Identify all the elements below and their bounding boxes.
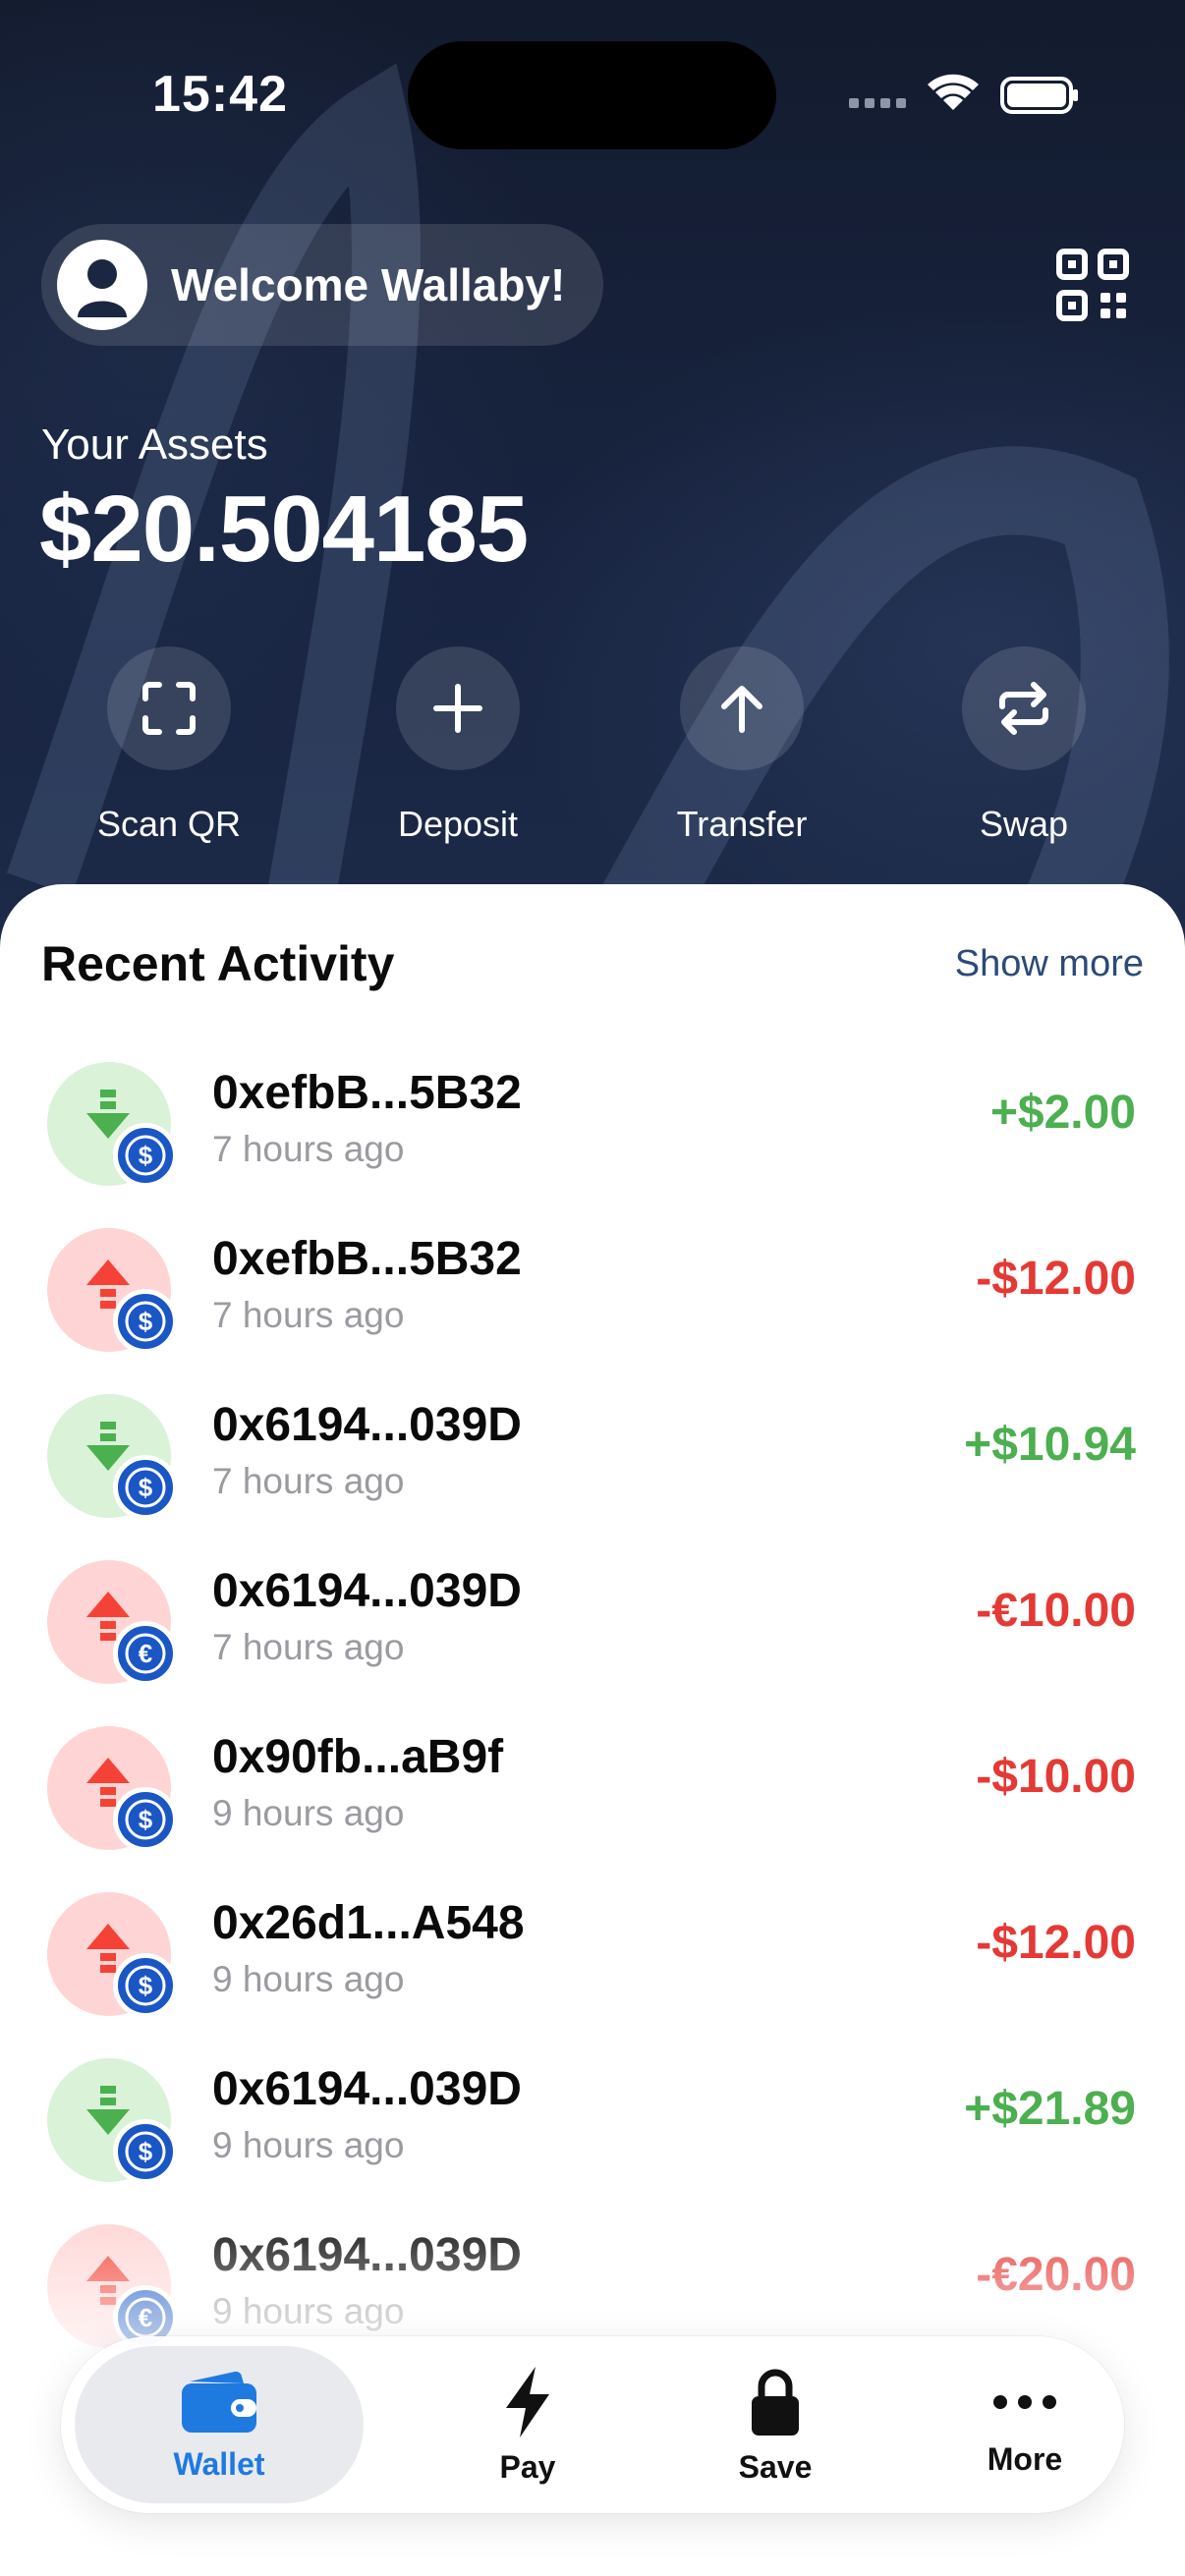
transaction-amount: +$21.89 xyxy=(964,2083,1136,2135)
avatar xyxy=(57,240,147,330)
scan-qr-button[interactable]: Scan QR xyxy=(61,646,277,845)
assets-value: $20.504185 xyxy=(39,476,529,582)
currency-symbol: € xyxy=(139,1639,152,1668)
activity-row[interactable]: €0x6194...039D 7 hours ago -€10.00 xyxy=(0,1544,1185,1710)
battery-icon xyxy=(1000,77,1078,114)
nav-wallet-label: Wallet xyxy=(173,2445,265,2482)
activity-row[interactable]: $0x6194...039D 7 hours ago +$10.94 xyxy=(0,1378,1185,1544)
welcome-text: Welcome Wallaby! xyxy=(171,259,566,310)
plus-icon xyxy=(433,684,482,733)
arrow-up-icon xyxy=(721,686,762,733)
currency-coin-icon: $ xyxy=(113,2119,178,2184)
transaction-address: 0x6194...039D xyxy=(212,2063,522,2115)
swap-icon xyxy=(999,682,1048,735)
scan-qr-label: Scan QR xyxy=(96,804,242,844)
currency-symbol: $ xyxy=(139,1971,153,2000)
currency-coin-icon: $ xyxy=(113,1123,178,1188)
transfer-label: Transfer xyxy=(676,804,808,844)
transaction-address: 0xefbB...5B32 xyxy=(212,1067,522,1119)
signal-icon xyxy=(849,98,906,108)
qr-code-icon[interactable] xyxy=(1055,248,1130,322)
transaction-amount: +$2.00 xyxy=(989,1087,1136,1139)
transaction-time: 9 hours ago xyxy=(212,1793,405,1833)
transaction-amount: -$12.00 xyxy=(976,1917,1136,1969)
transfer-button[interactable]: Transfer xyxy=(634,646,850,845)
currency-symbol: $ xyxy=(139,1805,153,1834)
nav-save[interactable]: Save xyxy=(650,2336,900,2513)
activity-row[interactable]: $0x26d1...A548 9 hours ago -$12.00 xyxy=(0,1876,1185,2043)
transaction-amount: +$10.94 xyxy=(964,1419,1136,1471)
nav-wallet[interactable]: Wallet xyxy=(75,2346,364,2503)
currency-coin-icon: € xyxy=(113,1621,178,1686)
activity-row[interactable]: $0x90fb...aB9f 9 hours ago -$10.00 xyxy=(0,1710,1185,1876)
quick-actions: Scan QR Deposit Transfer Swap xyxy=(0,646,1185,845)
currency-symbol: $ xyxy=(139,1473,153,1502)
transaction-amount: -$12.00 xyxy=(976,1253,1136,1305)
show-more-link[interactable]: Show more xyxy=(955,943,1144,985)
nav-more[interactable]: More xyxy=(900,2336,1150,2513)
transaction-address: 0x26d1...A548 xyxy=(212,1897,525,1949)
assets-label: Your Assets xyxy=(41,420,268,469)
transaction-address: 0x90fb...aB9f xyxy=(212,1731,504,1783)
status-icons xyxy=(849,74,1078,114)
transaction-address: 0xefbB...5B32 xyxy=(212,1233,522,1285)
lock-icon xyxy=(752,2369,799,2436)
more-icon xyxy=(993,2394,1056,2409)
activity-row[interactable]: $0xefbB...5B32 7 hours ago -$12.00 xyxy=(0,1212,1185,1378)
transaction-amount: -$10.00 xyxy=(976,1751,1136,1803)
transaction-address: 0x6194...039D xyxy=(212,1565,522,1617)
nav-more-label: More xyxy=(987,2440,1063,2477)
currency-coin-icon: $ xyxy=(113,1289,178,1354)
transaction-time: 9 hours ago xyxy=(212,1959,405,1999)
currency-symbol: $ xyxy=(139,1307,153,1336)
deposit-label: Deposit xyxy=(397,804,519,844)
transaction-amount: -€10.00 xyxy=(976,1585,1136,1637)
transaction-time: 9 hours ago xyxy=(212,2125,405,2165)
swap-button[interactable]: Swap xyxy=(916,646,1132,845)
recent-activity-title: Recent Activity xyxy=(41,936,395,991)
user-icon xyxy=(78,259,127,317)
deposit-button[interactable]: Deposit xyxy=(350,646,566,845)
currency-coin-icon: $ xyxy=(113,1455,178,1520)
transaction-address: 0x6194...039D xyxy=(212,1399,522,1451)
wifi-icon xyxy=(928,74,979,110)
bottom-nav: Wallet Pay Save More xyxy=(61,2336,1124,2513)
status-time: 15:42 xyxy=(152,66,288,123)
currency-symbol: $ xyxy=(139,1141,153,1170)
transaction-time: 7 hours ago xyxy=(212,1129,405,1169)
currency-coin-icon: $ xyxy=(113,1787,178,1852)
wallet-icon xyxy=(182,2371,256,2433)
currency-coin-icon: $ xyxy=(113,1953,178,2018)
nav-pay-label: Pay xyxy=(499,2448,556,2485)
activity-row[interactable]: $0x6194...039D 9 hours ago +$21.89 xyxy=(0,2043,1185,2209)
welcome-pill[interactable]: Welcome Wallaby! xyxy=(41,224,603,346)
currency-symbol: $ xyxy=(139,2137,153,2166)
nav-save-label: Save xyxy=(738,2448,813,2485)
bolt-icon xyxy=(506,2366,549,2437)
nav-pay[interactable]: Pay xyxy=(403,2336,652,2513)
dynamic-island xyxy=(408,41,776,149)
transaction-time: 7 hours ago xyxy=(212,1461,405,1501)
transaction-time: 7 hours ago xyxy=(212,1295,405,1335)
transaction-time: 7 hours ago xyxy=(212,1627,405,1667)
swap-label: Swap xyxy=(979,804,1069,844)
activity-row[interactable]: $0xefbB...5B32 7 hours ago +$2.00 xyxy=(0,1046,1185,1212)
scan-icon xyxy=(142,682,196,735)
